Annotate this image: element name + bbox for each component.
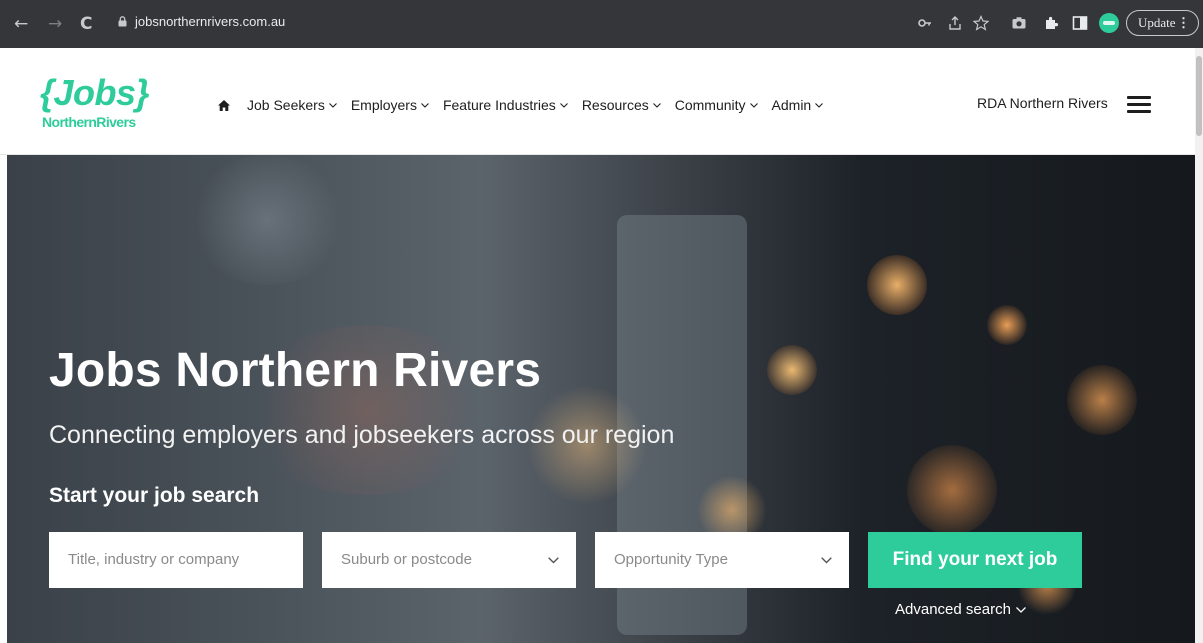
key-icon[interactable] <box>917 15 933 31</box>
back-arrow-icon[interactable]: ← <box>14 14 28 34</box>
hero-background-glow <box>987 305 1027 345</box>
star-icon[interactable] <box>973 15 989 31</box>
chevron-down-icon <box>652 102 661 108</box>
chevron-down-icon <box>559 102 568 108</box>
search-heading: Start your job search <box>49 484 260 507</box>
page-scrollbar[interactable] <box>1195 48 1203 643</box>
hero-subtitle: Connecting employers and jobseekers acro… <box>49 421 675 449</box>
opportunity-type-select[interactable]: Opportunity Type <box>595 532 849 588</box>
profile-icon[interactable] <box>1099 13 1119 33</box>
hero-title: Jobs Northern Rivers <box>49 344 542 397</box>
location-placeholder: Suburb or postcode <box>341 551 472 568</box>
share-icon[interactable] <box>947 15 963 31</box>
update-button-label: Update <box>1138 15 1176 30</box>
hero-background-glow <box>867 255 927 315</box>
location-select[interactable]: Suburb or postcode <box>322 532 576 588</box>
rda-northern-rivers-link[interactable]: RDA Northern Rivers <box>977 95 1108 111</box>
opportunity-type-placeholder: Opportunity Type <box>614 551 728 568</box>
advanced-search-link[interactable]: Advanced search <box>895 601 1026 618</box>
advanced-search-label: Advanced search <box>895 601 1011 618</box>
hero-background-glow <box>1067 365 1137 435</box>
chevron-down-icon <box>548 557 559 564</box>
hero-banner: Jobs Northern Rivers Connecting employer… <box>7 155 1195 643</box>
home-icon[interactable] <box>218 99 230 111</box>
hero-background-glow <box>907 445 997 535</box>
hero-background-glow <box>767 345 817 395</box>
browser-toolbar: ← → C jobsnorthernrivers.com.au Update ⋮ <box>0 0 1203 48</box>
url-text: jobsnorthernrivers.com.au <box>135 14 286 29</box>
lock-icon <box>118 16 127 27</box>
hamburger-menu-icon[interactable] <box>1127 96 1151 114</box>
camera-icon[interactable] <box>1011 15 1027 31</box>
nav-item-feature-industries[interactable]: Feature Industries <box>443 97 568 113</box>
keyword-placeholder: Title, industry or company <box>68 551 240 568</box>
site-header: {Jobs} NorthernRivers Job Seekers Employ… <box>0 48 1203 155</box>
chevron-down-icon <box>749 102 758 108</box>
main-navigation: Job Seekers Employers Feature Industries… <box>218 95 837 115</box>
nav-item-admin[interactable]: Admin <box>772 97 824 113</box>
chevron-down-icon <box>328 102 337 108</box>
site-logo[interactable]: {Jobs} NorthernRivers <box>40 73 168 135</box>
sidepanel-icon[interactable] <box>1072 15 1088 31</box>
nav-item-job-seekers[interactable]: Job Seekers <box>247 97 337 113</box>
forward-arrow-icon[interactable]: → <box>48 14 62 34</box>
chevron-down-icon <box>421 102 429 108</box>
chevron-down-icon <box>815 102 824 108</box>
chevron-down-icon <box>821 557 832 564</box>
extensions-icon[interactable] <box>1043 15 1059 31</box>
hero-background-glow <box>187 155 347 285</box>
logo-subtitle: NorthernRivers <box>42 114 136 130</box>
logo-wordmark: {Jobs} <box>40 72 150 113</box>
nav-item-resources[interactable]: Resources <box>582 97 661 113</box>
update-button[interactable]: Update ⋮ <box>1126 10 1199 36</box>
more-menu-icon[interactable]: ⋮ <box>1177 11 1190 35</box>
chevron-down-icon <box>1015 606 1026 613</box>
scrollbar-thumb[interactable] <box>1196 56 1202 136</box>
reload-icon[interactable]: C <box>80 14 92 34</box>
find-job-button[interactable]: Find your next job <box>868 532 1082 588</box>
nav-item-community[interactable]: Community <box>675 97 758 113</box>
nav-item-employers[interactable]: Employers <box>351 97 429 113</box>
keyword-search-input[interactable]: Title, industry or company <box>49 532 303 588</box>
